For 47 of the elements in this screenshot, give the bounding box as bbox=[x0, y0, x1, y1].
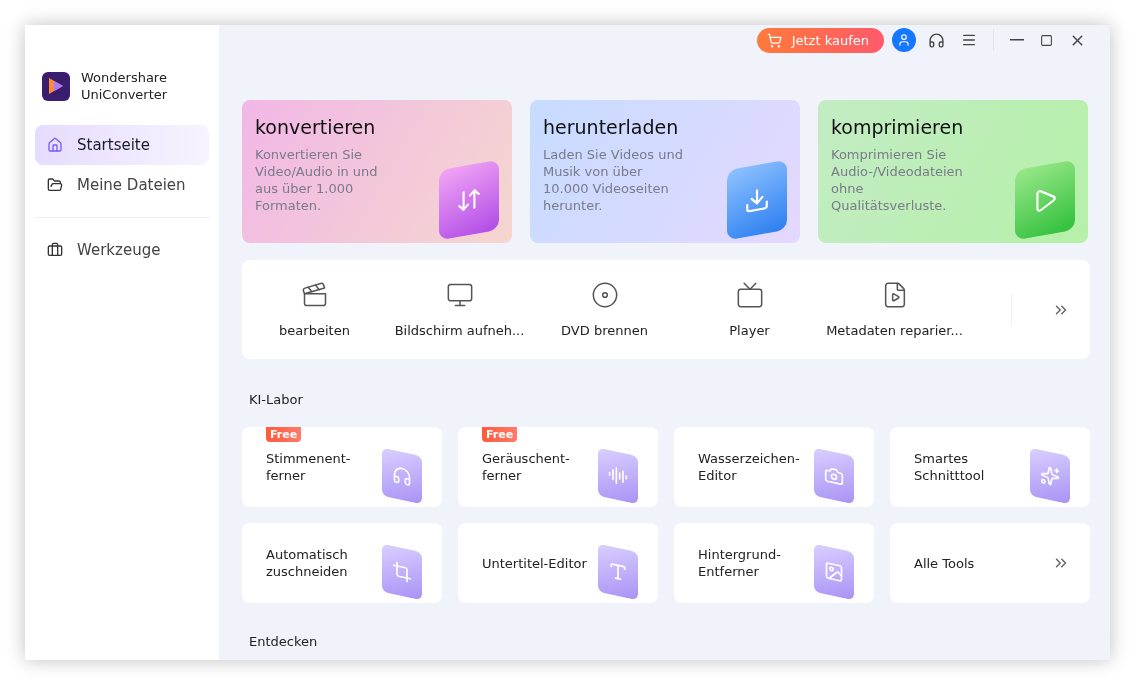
tool-item[interactable]: Bildschirm aufneh... bbox=[387, 281, 532, 338]
menu-icon bbox=[961, 32, 977, 48]
feature-card[interactable]: konvertieren Konvertieren Sie Video/Audio in und aus über 1.000 Formaten. bbox=[242, 100, 512, 243]
account-button[interactable] bbox=[892, 28, 916, 52]
home-icon bbox=[47, 137, 63, 153]
ai-tool-card[interactable]: Alle Tools bbox=[890, 523, 1090, 603]
section-heading: KI-Labor bbox=[249, 392, 304, 407]
user-icon bbox=[897, 33, 911, 47]
background-glyph-icon bbox=[824, 559, 844, 585]
tool-item[interactable]: Player bbox=[677, 281, 822, 338]
toolbox-icon bbox=[47, 242, 63, 258]
maximize-icon bbox=[1040, 33, 1053, 47]
tool-item[interactable]: bearbeiten bbox=[242, 281, 387, 338]
ai-tool-card[interactable]: Free Stimmenent- ferner bbox=[242, 427, 442, 507]
ai-tool-card[interactable]: Untertitel-Editor bbox=[458, 523, 658, 603]
folder-icon bbox=[47, 177, 63, 193]
tool-item[interactable]: Metadaten reparier... bbox=[822, 281, 967, 338]
tool-item[interactable]: DVD brennen bbox=[532, 281, 677, 338]
card-title: herunterladen bbox=[543, 116, 680, 138]
card-title: konvertieren bbox=[255, 116, 377, 138]
ai-tool-card[interactable]: Wasserzeichen- Editor bbox=[674, 427, 874, 507]
card-description: Laden Sie Videos und Musik von über 10.000 Videoseiten herunter. bbox=[543, 146, 683, 214]
ai-tool-card[interactable]: Automatisch zuschneiden bbox=[242, 523, 442, 603]
cart-icon bbox=[766, 32, 782, 48]
minimize-icon bbox=[1010, 39, 1024, 41]
crop-glyph-icon bbox=[392, 559, 412, 585]
free-badge: Free bbox=[266, 427, 302, 442]
card-title: komprimieren bbox=[831, 116, 965, 138]
card-description: Konvertieren Sie Video/Audio in und aus über 1.000 Formaten. bbox=[255, 146, 379, 214]
nav-item[interactable]: Meine Dateien bbox=[35, 165, 209, 205]
card-description: Komprimieren Sie Audio-/Videodateien ohne Qualitätsverluste. bbox=[831, 146, 964, 214]
free-badge: Free bbox=[482, 427, 518, 442]
app-logo-icon bbox=[42, 71, 70, 101]
screen-icon bbox=[445, 281, 474, 309]
app-name: Wondershare UniConverter bbox=[81, 69, 168, 103]
headset-icon bbox=[928, 31, 945, 49]
ai-tool-card[interactable]: Hintergrund- Entferner bbox=[674, 523, 874, 603]
feature-card[interactable]: komprimieren Komprimieren Sie Audio-/Videodateien ohne Qualitätsverluste. bbox=[818, 100, 1088, 243]
ai-tool-card[interactable]: Free Geräuschent- ferner bbox=[458, 427, 658, 507]
feature-card[interactable]: herunterladen Laden Sie Videos und Musik von über 10.000 Videoseiten herunter. bbox=[530, 100, 800, 243]
nav-item[interactable]: Startseite bbox=[35, 125, 209, 165]
dvd-icon bbox=[590, 281, 619, 309]
nav-item[interactable]: Werkzeuge bbox=[35, 230, 209, 270]
edit-icon bbox=[300, 281, 329, 309]
section-heading: Entdecken bbox=[249, 634, 319, 649]
player-icon bbox=[735, 281, 764, 309]
ai-tool-card[interactable]: Smartes Schnitttool bbox=[890, 427, 1090, 507]
